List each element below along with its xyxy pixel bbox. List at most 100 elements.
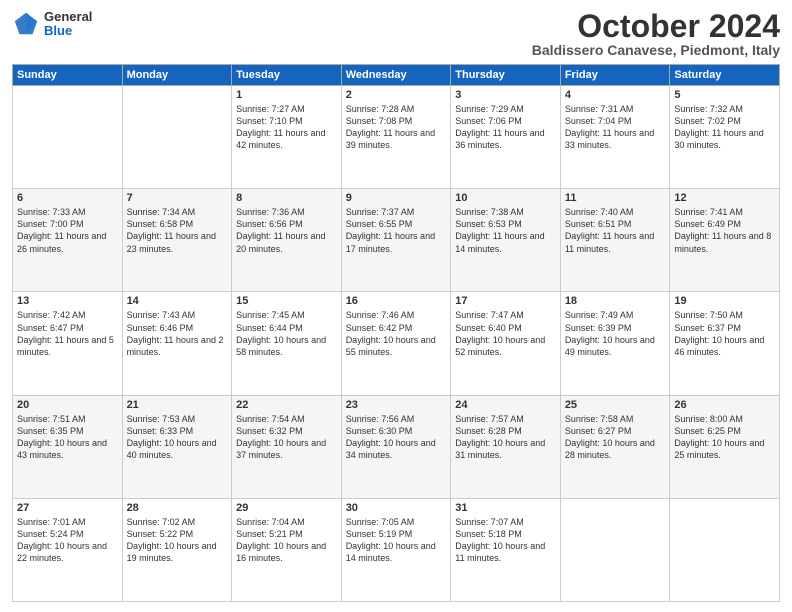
calendar-cell bbox=[560, 498, 670, 601]
calendar-cell: 27 Sunrise: 7:01 AM Sunset: 5:24 PM Dayli… bbox=[13, 498, 123, 601]
day-info: Sunrise: 7:49 AM Sunset: 6:39 PM Dayligh… bbox=[565, 309, 666, 358]
day-number: 7 bbox=[127, 192, 228, 204]
day-info: Sunrise: 7:57 AM Sunset: 6:28 PM Dayligh… bbox=[455, 413, 556, 462]
day-number: 30 bbox=[346, 502, 447, 514]
day-number: 17 bbox=[455, 295, 556, 307]
day-number: 15 bbox=[236, 295, 337, 307]
day-number: 29 bbox=[236, 502, 337, 514]
day-number: 19 bbox=[674, 295, 775, 307]
col-sunday: Sunday bbox=[13, 65, 123, 86]
day-info: Sunrise: 7:36 AM Sunset: 6:56 PM Dayligh… bbox=[236, 206, 337, 255]
col-saturday: Saturday bbox=[670, 65, 780, 86]
calendar-cell bbox=[13, 86, 123, 189]
calendar-cell: 24 Sunrise: 7:57 AM Sunset: 6:28 PM Dayli… bbox=[451, 395, 561, 498]
day-info: Sunrise: 7:28 AM Sunset: 7:08 PM Dayligh… bbox=[346, 103, 447, 152]
calendar-cell: 13 Sunrise: 7:42 AM Sunset: 6:47 PM Dayli… bbox=[13, 292, 123, 395]
day-number: 20 bbox=[17, 399, 118, 411]
calendar-cell: 10 Sunrise: 7:38 AM Sunset: 6:53 PM Dayli… bbox=[451, 189, 561, 292]
calendar-cell: 29 Sunrise: 7:04 AM Sunset: 5:21 PM Dayli… bbox=[232, 498, 342, 601]
calendar-cell: 19 Sunrise: 7:50 AM Sunset: 6:37 PM Dayli… bbox=[670, 292, 780, 395]
day-info: Sunrise: 7:50 AM Sunset: 6:37 PM Dayligh… bbox=[674, 309, 775, 358]
day-info: Sunrise: 7:01 AM Sunset: 5:24 PM Dayligh… bbox=[17, 516, 118, 565]
calendar-cell: 23 Sunrise: 7:56 AM Sunset: 6:30 PM Dayli… bbox=[341, 395, 451, 498]
title-block: October 2024 Baldissero Canavese, Piedmo… bbox=[532, 10, 780, 58]
day-info: Sunrise: 7:51 AM Sunset: 6:35 PM Dayligh… bbox=[17, 413, 118, 462]
col-monday: Monday bbox=[122, 65, 232, 86]
day-info: Sunrise: 7:56 AM Sunset: 6:30 PM Dayligh… bbox=[346, 413, 447, 462]
calendar-cell: 30Sunrise: 7:05 AM Sunset: 5:19 PM Dayli… bbox=[341, 498, 451, 601]
day-number: 6 bbox=[17, 192, 118, 204]
day-number: 9 bbox=[346, 192, 447, 204]
calendar-cell: 31 Sunrise: 7:07 AM Sunset: 5:18 PM Dayli… bbox=[451, 498, 561, 601]
day-info: Sunrise: 7:33 AM Sunset: 7:00 PM Dayligh… bbox=[17, 206, 118, 255]
day-info: Sunrise: 7:32 AM Sunset: 7:02 PM Dayligh… bbox=[674, 103, 775, 152]
day-number: 25 bbox=[565, 399, 666, 411]
col-thursday: Thursday bbox=[451, 65, 561, 86]
calendar-cell: 17 Sunrise: 7:47 AM Sunset: 6:40 PM Dayli… bbox=[451, 292, 561, 395]
day-number: 4 bbox=[565, 89, 666, 101]
day-number: 21 bbox=[127, 399, 228, 411]
calendar-cell: 3Sunrise: 7:29 AM Sunset: 7:06 PM Daylig… bbox=[451, 86, 561, 189]
month-title: October 2024 bbox=[532, 10, 780, 42]
calendar-cell: 8 Sunrise: 7:36 AM Sunset: 6:56 PM Daylig… bbox=[232, 189, 342, 292]
calendar-week-2: 13 Sunrise: 7:42 AM Sunset: 6:47 PM Dayli… bbox=[13, 292, 780, 395]
calendar-cell bbox=[122, 86, 232, 189]
calendar-cell: 6 Sunrise: 7:33 AM Sunset: 7:00 PM Daylig… bbox=[13, 189, 123, 292]
page: General Blue October 2024 Baldissero Can… bbox=[0, 0, 792, 612]
day-number: 26 bbox=[674, 399, 775, 411]
day-number: 8 bbox=[236, 192, 337, 204]
calendar-cell: 4Sunrise: 7:31 AM Sunset: 7:04 PM Daylig… bbox=[560, 86, 670, 189]
day-info: Sunrise: 7:42 AM Sunset: 6:47 PM Dayligh… bbox=[17, 309, 118, 358]
day-number: 1 bbox=[236, 89, 337, 101]
day-number: 16 bbox=[346, 295, 447, 307]
day-number: 12 bbox=[674, 192, 775, 204]
day-number: 11 bbox=[565, 192, 666, 204]
day-number: 24 bbox=[455, 399, 556, 411]
calendar-cell: 18Sunrise: 7:49 AM Sunset: 6:39 PM Dayli… bbox=[560, 292, 670, 395]
day-number: 13 bbox=[17, 295, 118, 307]
day-number: 27 bbox=[17, 502, 118, 514]
calendar-cell: 9Sunrise: 7:37 AM Sunset: 6:55 PM Daylig… bbox=[341, 189, 451, 292]
calendar-cell: 5 Sunrise: 7:32 AM Sunset: 7:02 PM Daylig… bbox=[670, 86, 780, 189]
calendar-cell: 26Sunrise: 8:00 AM Sunset: 6:25 PM Dayli… bbox=[670, 395, 780, 498]
day-number: 22 bbox=[236, 399, 337, 411]
day-info: Sunrise: 7:40 AM Sunset: 6:51 PM Dayligh… bbox=[565, 206, 666, 255]
day-number: 5 bbox=[674, 89, 775, 101]
calendar-cell: 22 Sunrise: 7:54 AM Sunset: 6:32 PM Dayli… bbox=[232, 395, 342, 498]
day-info: Sunrise: 7:41 AM Sunset: 6:49 PM Dayligh… bbox=[674, 206, 775, 255]
calendar-cell bbox=[670, 498, 780, 601]
day-info: Sunrise: 7:47 AM Sunset: 6:40 PM Dayligh… bbox=[455, 309, 556, 358]
calendar-header-row: Sunday Monday Tuesday Wednesday Thursday… bbox=[13, 65, 780, 86]
day-info: Sunrise: 7:07 AM Sunset: 5:18 PM Dayligh… bbox=[455, 516, 556, 565]
calendar-cell: 20 Sunrise: 7:51 AM Sunset: 6:35 PM Dayli… bbox=[13, 395, 123, 498]
calendar-cell: 28Sunrise: 7:02 AM Sunset: 5:22 PM Dayli… bbox=[122, 498, 232, 601]
day-info: Sunrise: 7:04 AM Sunset: 5:21 PM Dayligh… bbox=[236, 516, 337, 565]
calendar-week-0: 1 Sunrise: 7:27 AM Sunset: 7:10 PM Daylig… bbox=[13, 86, 780, 189]
day-info: Sunrise: 7:43 AM Sunset: 6:46 PM Dayligh… bbox=[127, 309, 228, 358]
day-info: Sunrise: 7:27 AM Sunset: 7:10 PM Dayligh… bbox=[236, 103, 337, 152]
calendar-cell: 25Sunrise: 7:58 AM Sunset: 6:27 PM Dayli… bbox=[560, 395, 670, 498]
day-number: 2 bbox=[346, 89, 447, 101]
calendar-cell: 12 Sunrise: 7:41 AM Sunset: 6:49 PM Dayli… bbox=[670, 189, 780, 292]
calendar-week-3: 20 Sunrise: 7:51 AM Sunset: 6:35 PM Dayli… bbox=[13, 395, 780, 498]
logo-icon bbox=[12, 10, 40, 38]
calendar-cell: 1 Sunrise: 7:27 AM Sunset: 7:10 PM Daylig… bbox=[232, 86, 342, 189]
location: Baldissero Canavese, Piedmont, Italy bbox=[532, 42, 780, 58]
calendar-cell: 21 Sunrise: 7:53 AM Sunset: 6:33 PM Dayli… bbox=[122, 395, 232, 498]
calendar-cell: 7 Sunrise: 7:34 AM Sunset: 6:58 PM Daylig… bbox=[122, 189, 232, 292]
calendar-week-1: 6 Sunrise: 7:33 AM Sunset: 7:00 PM Daylig… bbox=[13, 189, 780, 292]
day-number: 23 bbox=[346, 399, 447, 411]
calendar-cell: 15 Sunrise: 7:45 AM Sunset: 6:44 PM Dayli… bbox=[232, 292, 342, 395]
col-friday: Friday bbox=[560, 65, 670, 86]
day-info: Sunrise: 7:34 AM Sunset: 6:58 PM Dayligh… bbox=[127, 206, 228, 255]
day-number: 31 bbox=[455, 502, 556, 514]
logo-general: General bbox=[44, 10, 92, 24]
calendar-table: Sunday Monday Tuesday Wednesday Thursday… bbox=[12, 64, 780, 602]
day-number: 14 bbox=[127, 295, 228, 307]
day-number: 10 bbox=[455, 192, 556, 204]
day-info: Sunrise: 7:38 AM Sunset: 6:53 PM Dayligh… bbox=[455, 206, 556, 255]
day-info: Sunrise: 7:54 AM Sunset: 6:32 PM Dayligh… bbox=[236, 413, 337, 462]
day-info: Sunrise: 7:29 AM Sunset: 7:06 PM Dayligh… bbox=[455, 103, 556, 152]
day-info: Sunrise: 7:53 AM Sunset: 6:33 PM Dayligh… bbox=[127, 413, 228, 462]
day-info: Sunrise: 7:45 AM Sunset: 6:44 PM Dayligh… bbox=[236, 309, 337, 358]
